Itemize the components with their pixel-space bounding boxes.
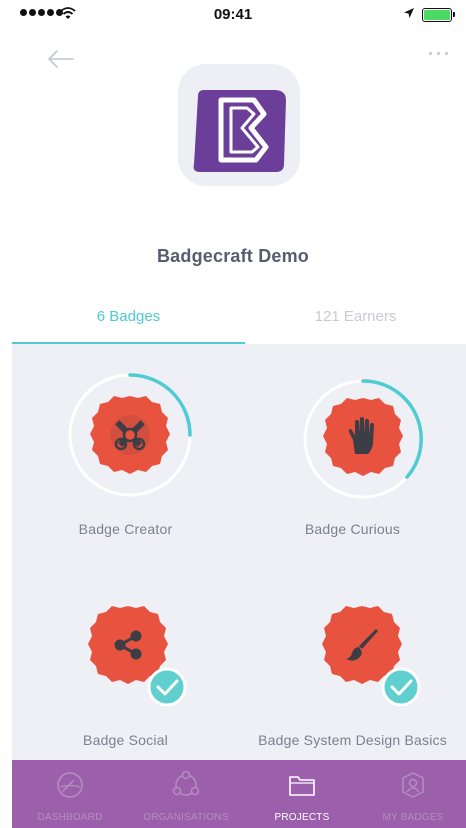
nav-label: ORGANISATIONS [143, 812, 229, 823]
profile-badge-icon [402, 772, 424, 798]
nav-label: MY BADGES [382, 812, 444, 823]
tab-bar: 6 Badges 121 Earners [12, 306, 466, 344]
folder-icon [289, 776, 315, 796]
nav-projects[interactable]: PROJECTS [244, 760, 360, 828]
location-arrow-icon [404, 8, 414, 18]
clock: 09:41 [213, 6, 253, 23]
nav-label: PROJECTS [274, 812, 330, 823]
badge-label: Badge Creator [78, 521, 173, 537]
badge-card-system-design[interactable]: Badge System Design Basics [239, 584, 466, 760]
organisations-icon [172, 770, 200, 796]
badge-card-social[interactable]: Badge Social [12, 584, 239, 760]
tab-earners[interactable]: 121 Earners [245, 306, 466, 344]
project-logo [178, 64, 300, 186]
gauge-icon [57, 772, 83, 798]
badge-grid: Badge Creator Badge Curious Badge Social… [12, 344, 466, 760]
battery-icon [422, 8, 455, 22]
back-arrow-icon[interactable] [45, 48, 75, 70]
tab-badges[interactable]: 6 Badges [12, 306, 245, 344]
badge-label: Badge Curious [304, 521, 401, 537]
bottom-navigation: DASHBOARD ORGANISATIONS PROJECTS MY BADG… [12, 760, 466, 828]
badge-label: Badge Social [83, 732, 168, 748]
nav-organisations[interactable]: ORGANISATIONS [128, 760, 244, 828]
more-options-icon[interactable] [429, 52, 448, 55]
pencil-ruler-icon [110, 415, 150, 455]
project-title: Badgecraft Demo [156, 246, 310, 266]
status-bar: 09:41 [0, 0, 466, 30]
nav-my-badges[interactable]: MY BADGES [360, 760, 466, 828]
check-icon [381, 667, 421, 707]
badge-card-creator[interactable]: Badge Creator [12, 344, 239, 554]
nav-dashboard[interactable]: DASHBOARD [12, 760, 128, 828]
nav-label: DASHBOARD [37, 812, 103, 823]
badge-card-curious[interactable]: Badge Curious [239, 344, 466, 554]
check-icon [147, 667, 187, 707]
badge-label: Badge System Design Basics [258, 732, 447, 748]
